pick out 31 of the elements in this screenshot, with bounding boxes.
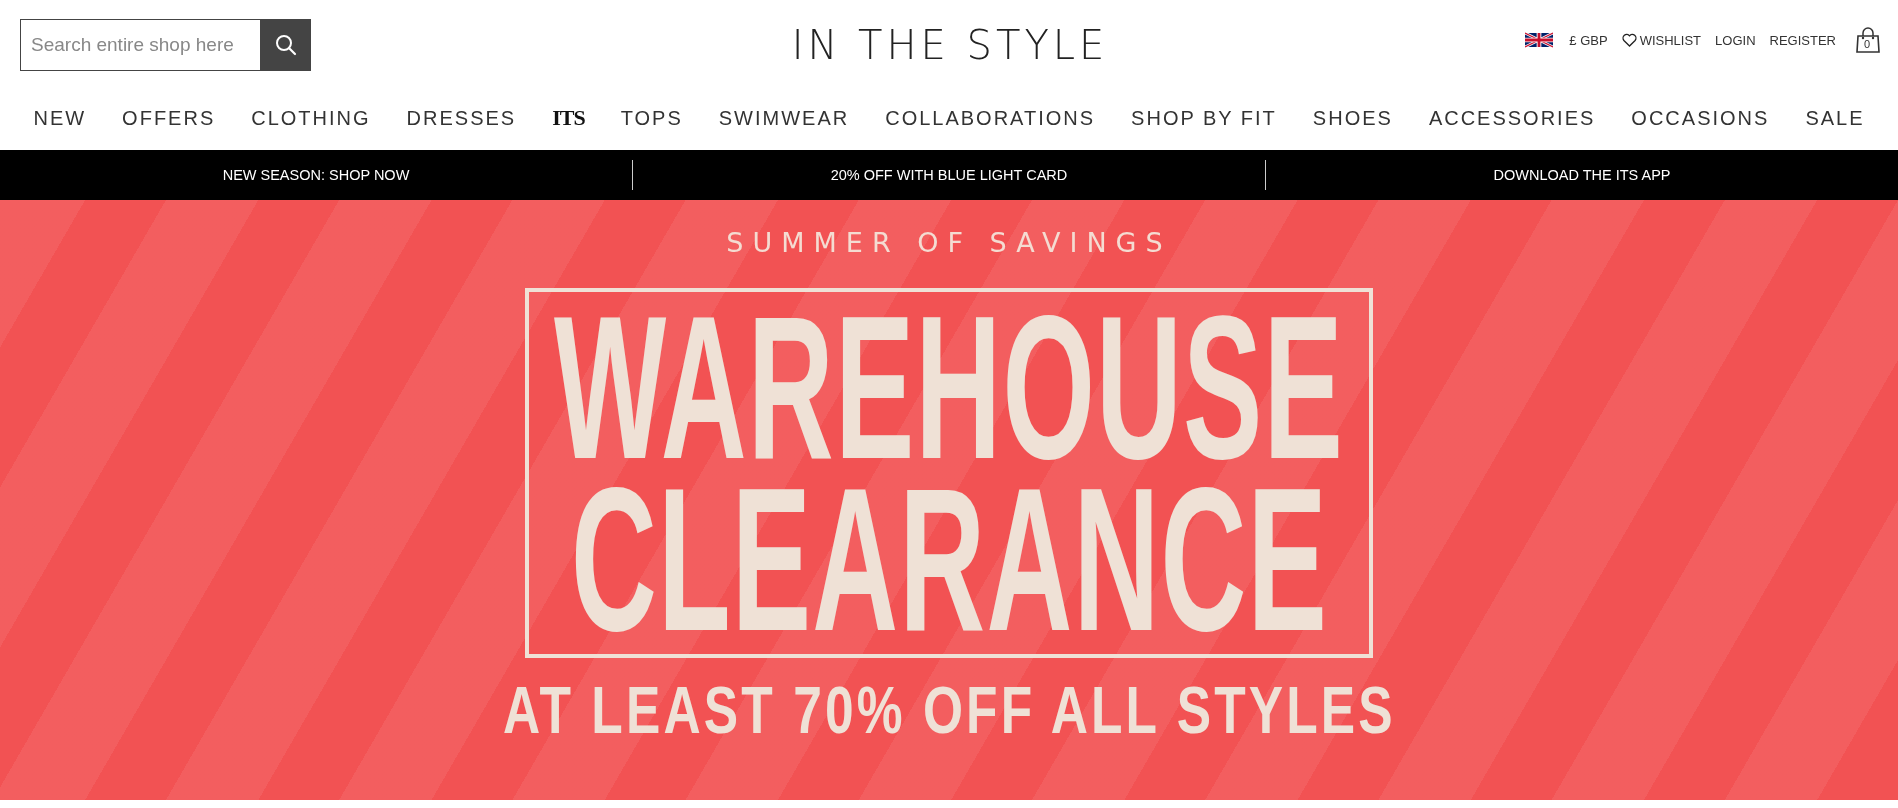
nav-link[interactable]: SHOP BY FIT bbox=[1131, 106, 1277, 130]
promo-link[interactable]: NEW SEASON: SHOP NOW bbox=[222, 167, 410, 183]
nav-link[interactable]: OCCASIONS bbox=[1631, 106, 1770, 130]
nav-link[interactable]: DRESSES bbox=[406, 106, 517, 130]
nav-link[interactable]: NEW bbox=[33, 106, 87, 130]
nav-link[interactable]: ACCESSORIES bbox=[1428, 106, 1596, 130]
banner-headline: WAREHOUSE bbox=[554, 302, 1344, 472]
banner-subtitle: AT LEAST 70% OFF ALL STYLES bbox=[502, 680, 1396, 740]
account-link[interactable]: REGISTER bbox=[1769, 32, 1836, 48]
banner-kicker: SUMMER OF SAVINGS bbox=[726, 227, 1172, 258]
nav-link[interactable]: SWIMWEAR bbox=[718, 106, 850, 130]
heart-icon bbox=[1621, 33, 1637, 47]
search-button[interactable] bbox=[260, 19, 311, 71]
currency-selector[interactable]: £ GBP bbox=[1569, 32, 1608, 48]
nav-link[interactable]: CLOTHING bbox=[251, 106, 371, 130]
nav-link[interactable]: COLLABORATIONS bbox=[885, 106, 1096, 130]
nav-link[interactable]: OFFERS bbox=[122, 106, 216, 130]
cart-count: 0 bbox=[1864, 38, 1871, 50]
promo-link[interactable]: DOWNLOAD THE ITS APP bbox=[1493, 167, 1671, 183]
nav-link[interactable]: SALE bbox=[1805, 106, 1865, 130]
brand-logo-link[interactable]: ITS bbox=[552, 105, 585, 131]
promo-link[interactable]: 20% OFF WITH BLUE LIGHT CARD bbox=[830, 167, 1068, 183]
site-logo[interactable]: IN THE STYLE bbox=[791, 22, 1109, 68]
account-link[interactable]: LOGIN bbox=[1715, 32, 1756, 48]
search-icon bbox=[274, 34, 297, 56]
uk-flag-icon[interactable] bbox=[1525, 32, 1554, 48]
banner-headline: CLEARANCE bbox=[570, 474, 1328, 644]
wishlist-link[interactable]: WISHLIST bbox=[1621, 32, 1702, 48]
nav-link[interactable]: SHOES bbox=[1312, 106, 1393, 130]
search-field[interactable]: Search entire shop here bbox=[20, 19, 260, 71]
nav-link[interactable]: TOPS bbox=[620, 106, 683, 130]
